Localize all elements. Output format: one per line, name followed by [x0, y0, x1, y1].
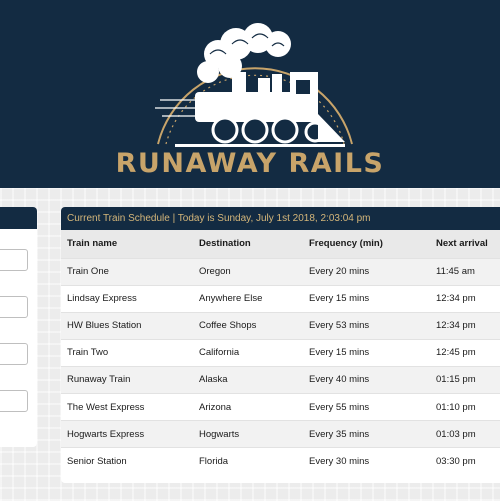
table-row: Train One Oregon Every 20 mins 11:45 am: [61, 257, 500, 286]
train-name-cell: Runaway Train: [61, 365, 193, 394]
train-name-cell: Senior Station: [61, 447, 193, 475]
next-arrival-cell: 11:45 am: [430, 257, 500, 286]
destination-cell: Coffee Shops: [193, 311, 303, 340]
frequency-cell: Every 20 mins: [303, 257, 430, 286]
destination-field[interactable]: [0, 296, 28, 318]
schedule-card: Current Train Schedule | Today is Sunday…: [61, 207, 500, 483]
table-row: The West Express Arizona Every 55 mins 0…: [61, 392, 500, 421]
table-row: Hogwarts Express Hogwarts Every 35 mins …: [61, 420, 500, 448]
frequency-cell: Every 15 mins: [303, 284, 430, 313]
next-arrival-cell: 12:45 pm: [430, 338, 500, 367]
table-header-row: Train name Destination Frequency (min) N…: [61, 230, 500, 258]
train-name-cell: Train Two: [61, 338, 193, 367]
next-arrival-cell: 01:15 pm: [430, 365, 500, 394]
column-header-next-arrival: Next arrival: [430, 230, 500, 258]
form-header: [0, 207, 37, 229]
destination-cell: Arizona: [193, 392, 303, 421]
train-name-cell: The West Express: [61, 392, 193, 421]
column-header-destination: Destination: [193, 230, 303, 258]
frequency-cell: Every 30 mins: [303, 447, 430, 475]
table-row: Lindsay Express Anywhere Else Every 15 m…: [61, 284, 500, 313]
add-train-form: [0, 207, 37, 447]
site-header: RUNAWAY RAILS: [0, 0, 500, 188]
destination-cell: Hogwarts: [193, 420, 303, 448]
frequency-field[interactable]: [0, 390, 28, 412]
frequency-cell: Every 15 mins: [303, 338, 430, 367]
table-row: Runaway Train Alaska Every 40 mins 01:15…: [61, 365, 500, 394]
schedule-table: Train name Destination Frequency (min) N…: [61, 230, 500, 475]
train-name-cell: HW Blues Station: [61, 311, 193, 340]
next-arrival-cell: 12:34 pm: [430, 311, 500, 340]
destination-cell: Oregon: [193, 257, 303, 286]
frequency-cell: Every 55 mins: [303, 392, 430, 421]
schedule-heading: Current Train Schedule | Today is Sunday…: [61, 207, 500, 230]
destination-cell: California: [193, 338, 303, 367]
train-name-cell: Lindsay Express: [61, 284, 193, 313]
column-header-frequency: Frequency (min): [303, 230, 430, 258]
frequency-cell: Every 53 mins: [303, 311, 430, 340]
next-arrival-cell: 01:10 pm: [430, 392, 500, 421]
first-train-time-field[interactable]: [0, 343, 28, 365]
table-row: Train Two California Every 15 mins 12:45…: [61, 338, 500, 367]
table-row: HW Blues Station Coffee Shops Every 53 m…: [61, 311, 500, 340]
table-row: Senior Station Florida Every 30 mins 03:…: [61, 447, 500, 475]
next-arrival-cell: 03:30 pm: [430, 447, 500, 475]
destination-cell: Florida: [193, 447, 303, 475]
next-arrival-cell: 01:03 pm: [430, 420, 500, 448]
brand-title: RUNAWAY RAILS: [115, 148, 385, 179]
column-header-train-name: Train name: [61, 230, 193, 258]
frequency-cell: Every 40 mins: [303, 365, 430, 394]
next-arrival-cell: 12:34 pm: [430, 284, 500, 313]
train-name-cell: Hogwarts Express: [61, 420, 193, 448]
destination-cell: Alaska: [193, 365, 303, 394]
train-name-field[interactable]: [0, 249, 28, 271]
train-name-cell: Train One: [61, 257, 193, 286]
frequency-cell: Every 35 mins: [303, 420, 430, 448]
destination-cell: Anywhere Else: [193, 284, 303, 313]
